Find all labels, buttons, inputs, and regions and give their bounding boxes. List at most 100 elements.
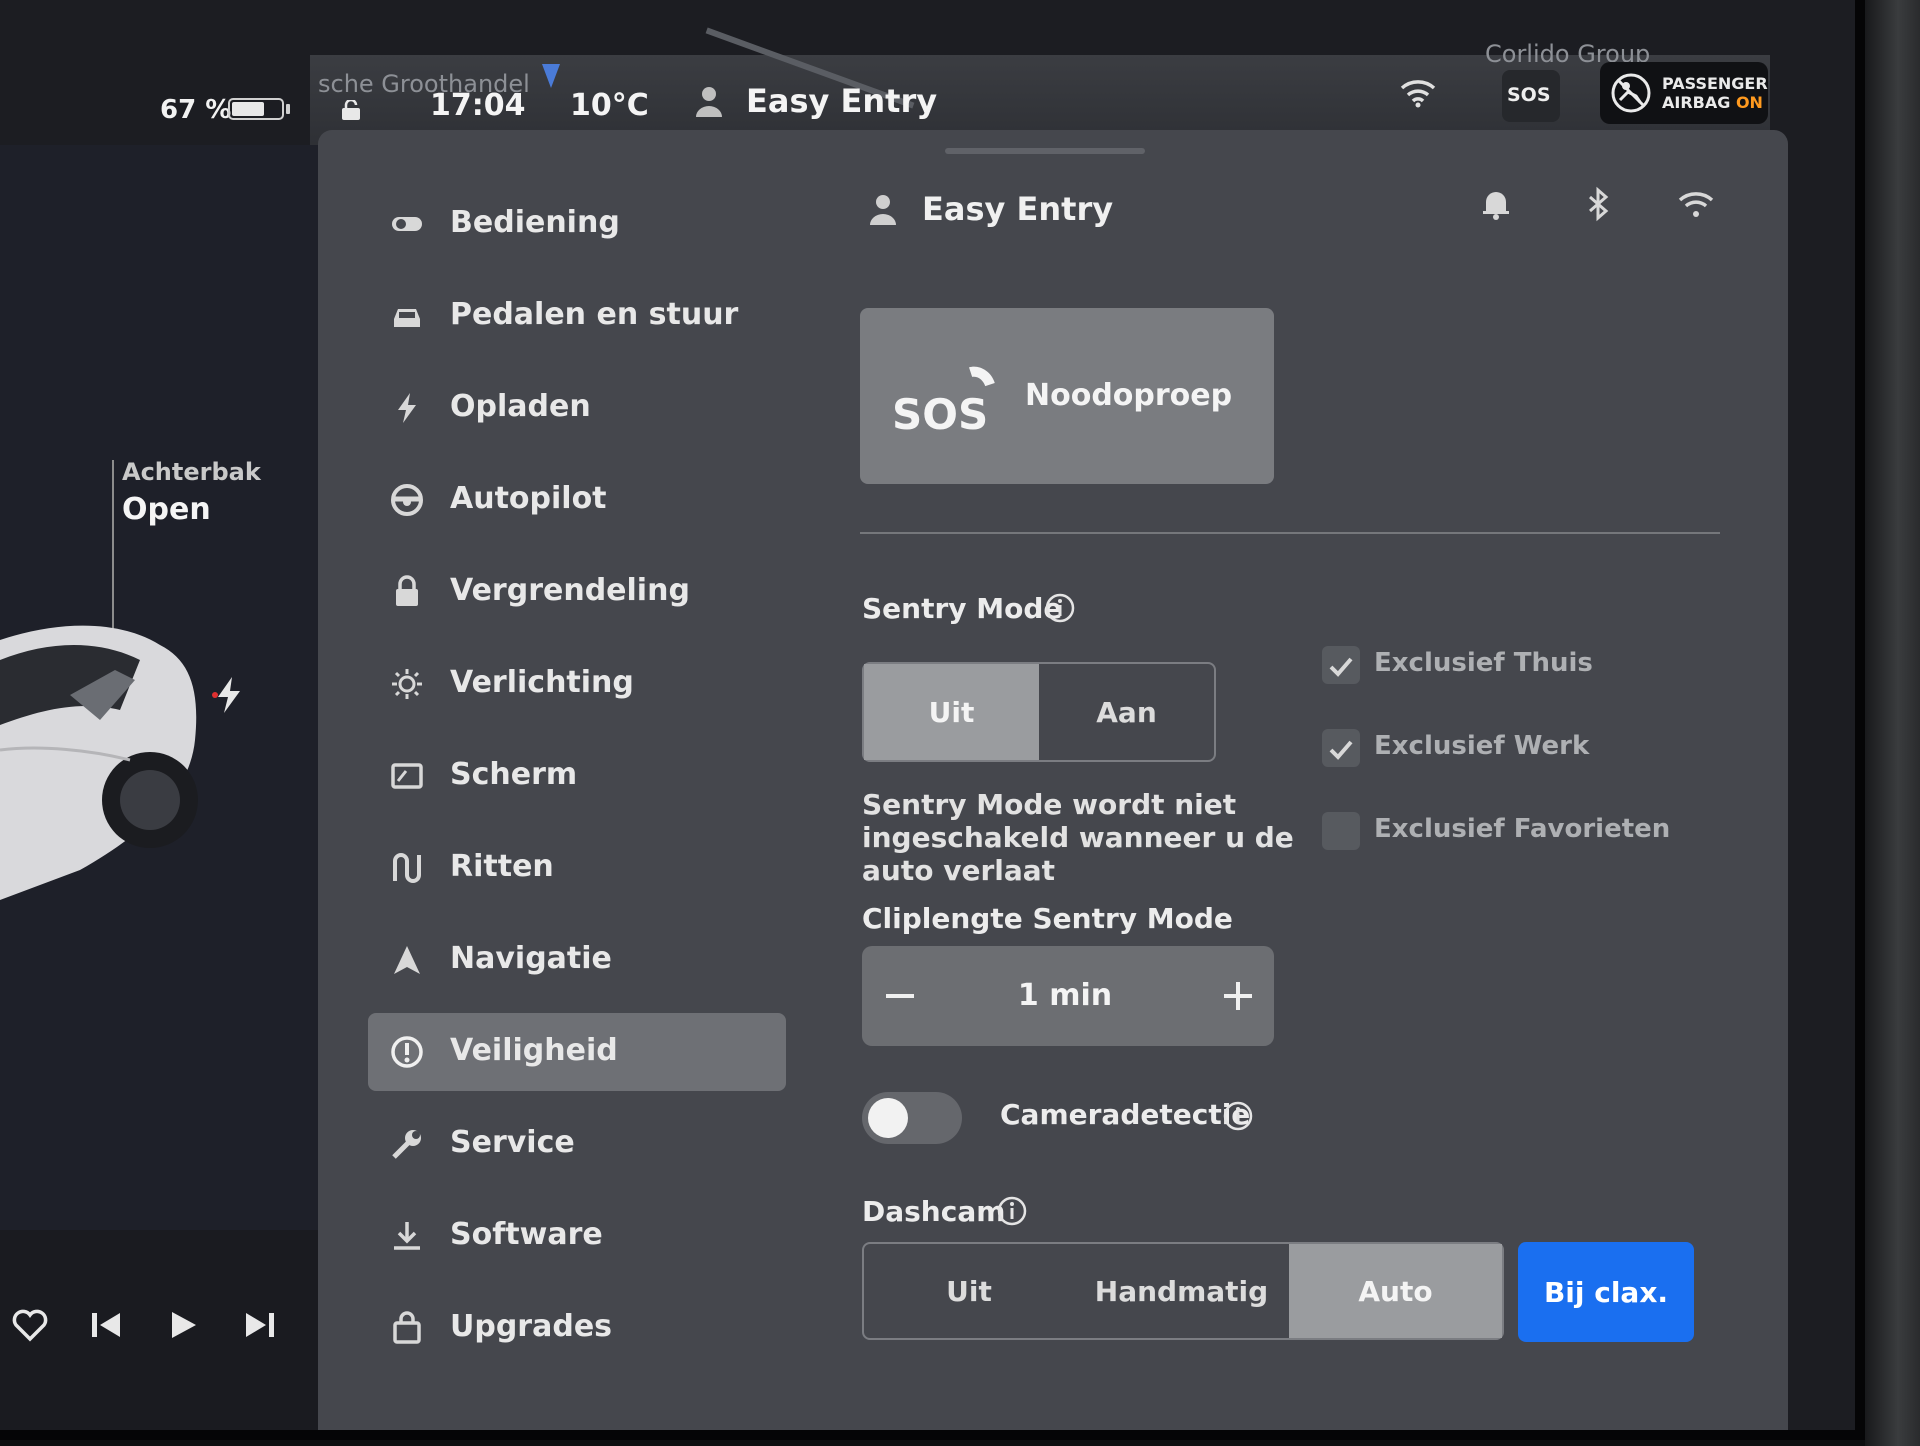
- profile-icon: [870, 195, 896, 225]
- dashcam-option-bij-clax[interactable]: Bij clax.: [1518, 1242, 1694, 1342]
- lock-icon: [396, 575, 418, 606]
- sos-button-label: SOS: [1507, 84, 1551, 106]
- car-image: [0, 625, 198, 900]
- dashcam-option-handmatig[interactable]: Handmatig: [1074, 1244, 1289, 1338]
- info-icon[interactable]: [996, 1195, 1028, 1227]
- airbag-label-line2: AIRBAG ON: [1662, 93, 1763, 112]
- driver-profile-name[interactable]: Easy Entry: [746, 82, 937, 120]
- previous-track-icon[interactable]: [86, 1305, 126, 1345]
- airbag-state: ON: [1735, 93, 1763, 112]
- next-track-icon[interactable]: [240, 1305, 280, 1345]
- toggle-icon: [392, 217, 422, 231]
- minus-icon[interactable]: [880, 976, 920, 1016]
- menu-label: Service: [450, 1125, 575, 1160]
- airbag-label-line1: PASSENGER: [1662, 74, 1768, 93]
- menu-label: Vergrendeling: [450, 573, 690, 608]
- sun-icon: [392, 669, 422, 699]
- airbag-icon: [1611, 73, 1651, 113]
- battery-fill: [232, 102, 265, 116]
- menu-item-pedalen-en-stuur[interactable]: Pedalen en stuur: [368, 277, 786, 355]
- battery-percent: 67 %: [160, 95, 232, 125]
- checkbox[interactable]: [1322, 646, 1360, 684]
- menu-item-verlichting[interactable]: Verlichting: [368, 645, 786, 723]
- bag-icon: [393, 1311, 421, 1344]
- menu-item-software[interactable]: Software: [368, 1197, 786, 1275]
- dashcam-mode-selector: Uit Handmatig Auto: [862, 1242, 1504, 1340]
- car-icon: [394, 309, 420, 327]
- menu-item-veiligheid[interactable]: Veiligheid: [368, 1013, 786, 1091]
- checkmark-icon: [1329, 657, 1353, 677]
- lock-icon[interactable]: [340, 100, 362, 120]
- menu-item-scherm[interactable]: Scherm: [368, 737, 786, 815]
- menu-label: Upgrades: [450, 1309, 613, 1344]
- profile-name[interactable]: Easy Entry: [922, 190, 1113, 228]
- menu-label: Pedalen en stuur: [450, 297, 739, 332]
- dashcam-option-auto[interactable]: Auto: [1289, 1244, 1502, 1338]
- menu-label: Ritten: [450, 849, 554, 884]
- wifi-icon[interactable]: [1678, 186, 1714, 222]
- trips-icon: [393, 853, 421, 883]
- menu-item-ritten[interactable]: Ritten: [368, 829, 786, 907]
- menu-item-upgrades[interactable]: Upgrades: [368, 1289, 786, 1367]
- bluetooth-icon[interactable]: [1580, 186, 1616, 222]
- menu-item-navigatie[interactable]: Navigatie: [368, 921, 786, 999]
- menu-item-service[interactable]: Service: [368, 1105, 786, 1183]
- info-icon[interactable]: [1222, 1100, 1254, 1132]
- toggle-knob[interactable]: [868, 1098, 908, 1138]
- menu-item-bediening[interactable]: Bediening: [368, 185, 786, 263]
- menu-label: Autopilot: [450, 481, 607, 516]
- checkbox-label: Exclusief Werk: [1374, 731, 1590, 761]
- shield-alert-icon: [391, 1036, 423, 1068]
- wifi-icon[interactable]: [1400, 78, 1436, 108]
- dashcam-option-uit[interactable]: Uit: [864, 1244, 1074, 1338]
- play-icon[interactable]: [162, 1305, 202, 1345]
- menu-label: Opladen: [450, 389, 591, 424]
- menu-label: Software: [450, 1217, 603, 1252]
- charge-port-icon[interactable]: [212, 675, 246, 715]
- airbag-label-prefix: AIRBAG: [1662, 93, 1736, 112]
- battery-icon: [228, 98, 284, 120]
- display-icon: [391, 763, 423, 789]
- download-icon: [394, 1222, 420, 1250]
- menu-label: Navigatie: [450, 941, 612, 976]
- steering-wheel-icon: [391, 484, 423, 516]
- menu-label: Verlichting: [450, 665, 634, 700]
- clock: 17:04: [430, 88, 526, 123]
- info-icon[interactable]: [1044, 592, 1076, 624]
- sentry-on-button[interactable]: Aan: [1039, 664, 1214, 760]
- menu-label: Scherm: [450, 757, 578, 792]
- trunk-state[interactable]: Open: [122, 492, 211, 527]
- touchscreen: sche Groothandel Corlido Group 67 % 17:0…: [0, 0, 1865, 1440]
- map-pin-icon: [542, 64, 560, 88]
- sentry-mode-title: Sentry Mode: [862, 592, 1063, 625]
- checkbox[interactable]: [1322, 812, 1360, 850]
- camera-detection-label: Cameradetectie: [1000, 1098, 1251, 1131]
- clip-length-title: Cliplengte Sentry Mode: [862, 902, 1233, 935]
- plus-icon[interactable]: [1218, 976, 1258, 1016]
- clip-length-value: 1 min: [1017, 978, 1113, 1013]
- driver-profile-icon[interactable]: [694, 85, 724, 119]
- bolt-icon: [398, 393, 416, 423]
- checkmark-icon: [1329, 740, 1353, 760]
- phone-icon: [969, 366, 995, 387]
- menu-item-autopilot[interactable]: Autopilot: [368, 461, 786, 539]
- menu-label: Bediening: [450, 205, 620, 240]
- sentry-mode-toggle: Uit Aan: [862, 662, 1216, 762]
- navigation-icon: [394, 946, 420, 974]
- wrench-icon: [392, 1130, 421, 1159]
- menu-item-vergrendeling[interactable]: Vergrendeling: [368, 553, 786, 631]
- trunk-label[interactable]: Achterbak: [122, 458, 261, 486]
- section-divider: [860, 532, 1720, 534]
- menu-label: Veiligheid: [450, 1033, 618, 1068]
- device-bezel: [1865, 0, 1920, 1446]
- dashcam-title: Dashcam: [862, 1195, 1006, 1228]
- sheet-drag-handle[interactable]: [945, 148, 1145, 154]
- sentry-off-button[interactable]: Uit: [864, 664, 1039, 760]
- checkbox[interactable]: [1322, 729, 1360, 767]
- checkbox-label: Exclusief Thuis: [1374, 648, 1593, 678]
- sentry-mode-description: Sentry Mode wordt niet ingeschakeld wann…: [862, 788, 1294, 887]
- notification-bell-icon[interactable]: [1478, 186, 1514, 222]
- heart-icon[interactable]: [10, 1305, 50, 1345]
- battery-tip: [286, 104, 290, 114]
- menu-item-opladen[interactable]: Opladen: [368, 369, 786, 447]
